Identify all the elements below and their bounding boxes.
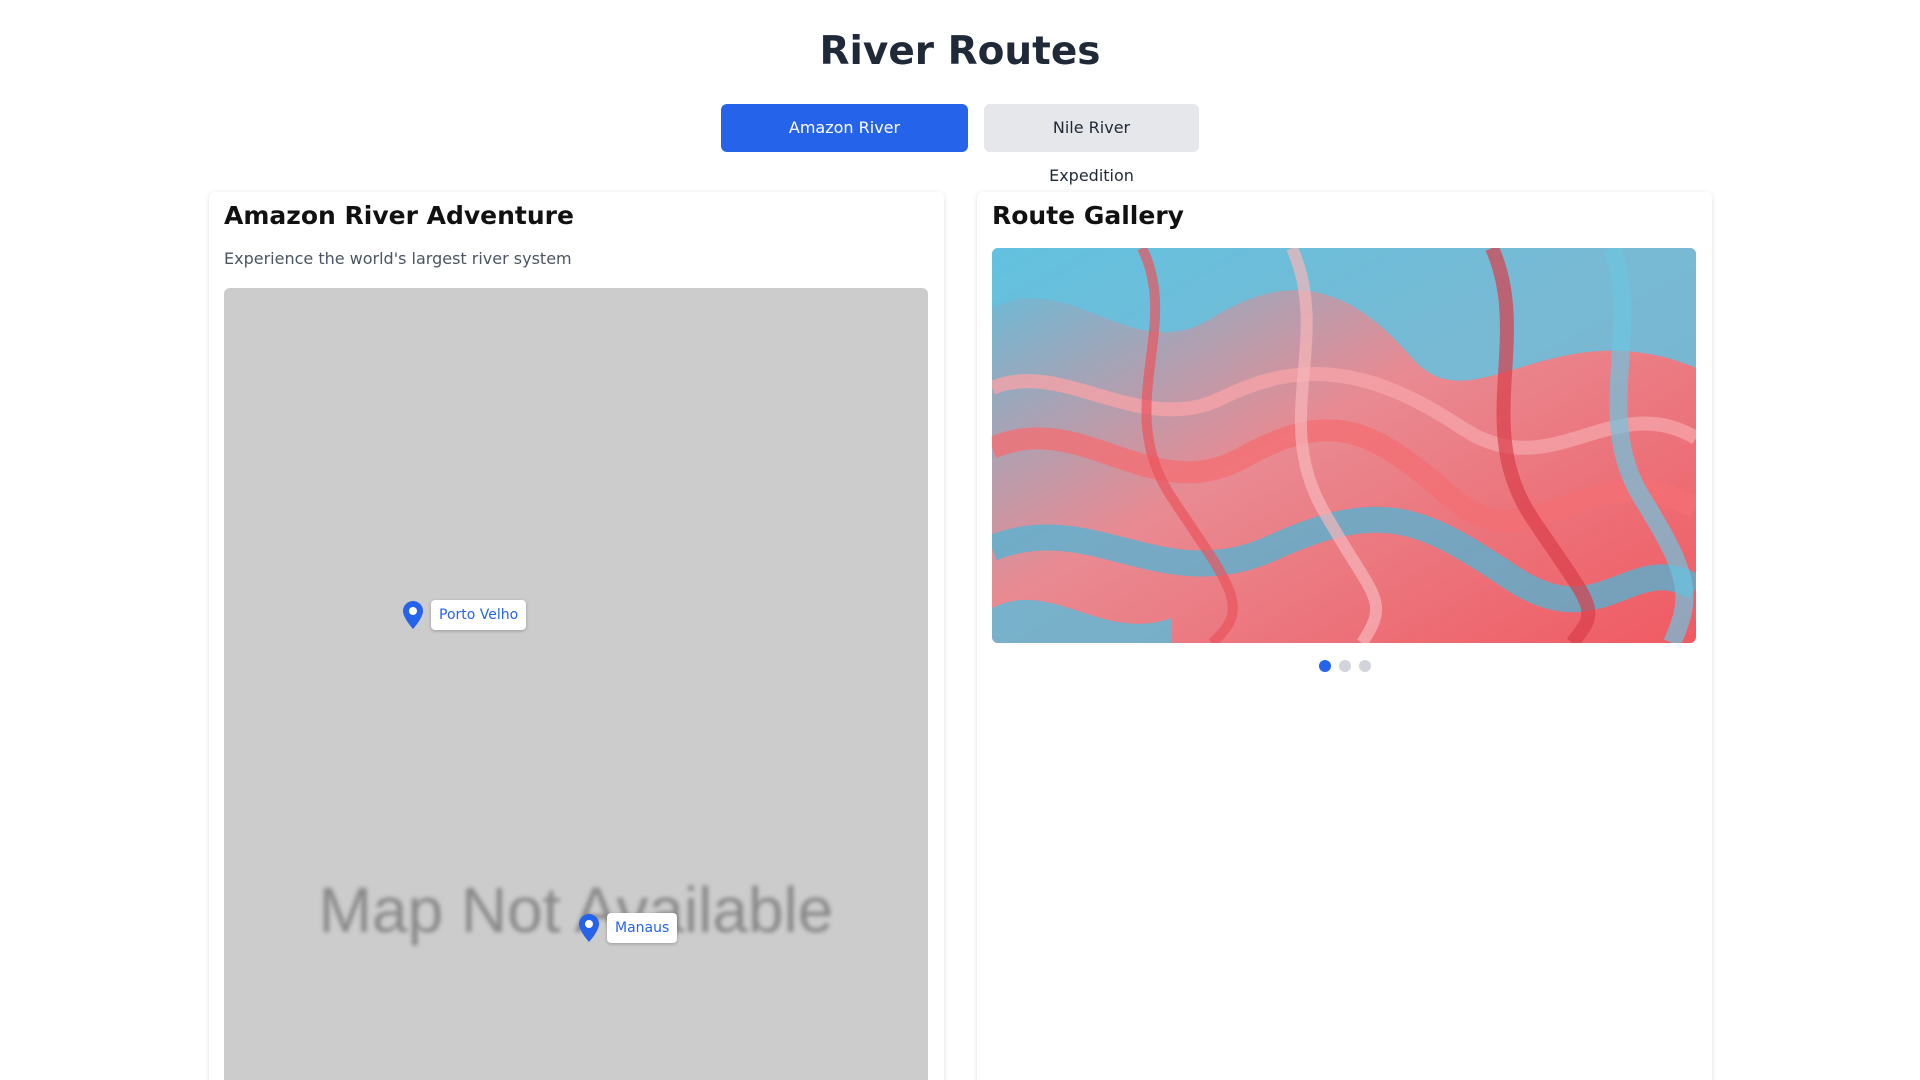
gallery-dot-2[interactable] [1338, 660, 1351, 672]
gallery-pagination [977, 660, 1712, 672]
route-title: Amazon River Adventure [224, 201, 574, 230]
marker-label: Porto Velho [431, 600, 527, 630]
route-tabs: Amazon River Adventure Nile River Expedi… [0, 104, 1920, 185]
page-title: River Routes [819, 29, 1101, 74]
tab-nile-river-expedition[interactable]: Nile River Expedition [984, 104, 1199, 185]
map-unavailable-text: Map Not Available [318, 874, 834, 946]
map-marker-manaus[interactable]: Manaus [579, 913, 678, 943]
gallery-dot-3[interactable] [1358, 660, 1371, 672]
abstract-marbled-image [992, 248, 1696, 643]
route-map[interactable]: Map Not Available Porto Velho Manaus [224, 288, 928, 1080]
gallery-dot-1[interactable] [1318, 660, 1331, 672]
map-pin-icon [403, 601, 423, 629]
route-gallery-card: Route Gallery [977, 192, 1712, 1080]
map-pin-icon [579, 914, 599, 942]
route-details-card: Amazon River Adventure Experience the wo… [209, 192, 944, 1080]
map-marker-porto-velho[interactable]: Porto Velho [403, 600, 527, 630]
marker-label: Manaus [607, 913, 678, 943]
tab-amazon-river-adventure[interactable]: Amazon River Adventure [721, 104, 968, 185]
gallery-title: Route Gallery [992, 201, 1184, 230]
gallery-slide-image[interactable] [992, 248, 1696, 643]
route-subtitle: Experience the world's largest river sys… [224, 249, 572, 268]
